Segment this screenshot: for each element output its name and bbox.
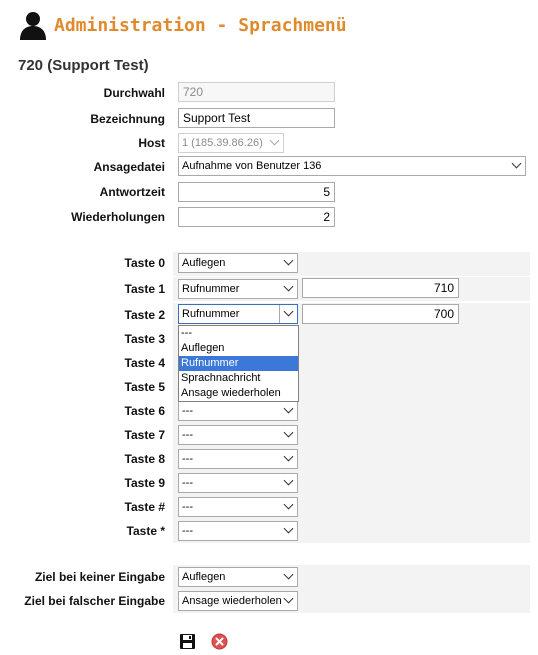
dropdown-option[interactable]: Auflegen	[179, 341, 298, 356]
chevron-down-icon	[283, 281, 294, 292]
page-header: Administration - Sprachmenü	[18, 10, 347, 40]
taste-label: Taste 9	[124, 476, 165, 490]
ansagedatei-select-value: Aufnahme von Benutzer 136	[182, 160, 322, 172]
taste-label: Taste 6	[124, 404, 165, 418]
chevron-down-icon	[283, 523, 294, 534]
chevron-down-icon	[269, 135, 280, 146]
taste-label: Taste 5	[124, 380, 165, 394]
taste-6-value: ---	[182, 405, 193, 417]
chevron-down-icon	[511, 158, 522, 169]
taste-6-select[interactable]: ---	[178, 401, 298, 421]
wrong-input-select[interactable]: Ansage wiederholen	[178, 591, 298, 611]
taste-0-value: Auflegen	[182, 257, 226, 269]
taste-label: Taste 8	[124, 452, 165, 466]
bezeichnung-input[interactable]: Support Test	[178, 108, 335, 128]
cancel-icon[interactable]	[211, 633, 228, 650]
page-subtitle: 720 (Support Test)	[18, 57, 149, 74]
taste-8-select[interactable]: ---	[178, 449, 298, 469]
dropdown-option[interactable]: Ansage wiederholen	[179, 386, 298, 401]
taste-7-select[interactable]: ---	[178, 425, 298, 445]
chevron-down-icon	[283, 451, 294, 462]
ansagedatei-label: Ansagedatei	[93, 160, 165, 174]
host-select-value: 1 (185.39.86.26)	[182, 137, 263, 149]
taste-label: Taste #	[124, 500, 165, 514]
taste-9-value: ---	[182, 477, 193, 489]
taste-star-select[interactable]: ---	[178, 521, 298, 541]
taste-label: Taste 0	[124, 256, 165, 270]
taste-0-select[interactable]: Auflegen	[178, 253, 298, 273]
antwortzeit-input[interactable]: 5	[178, 182, 335, 202]
chevron-down-icon	[283, 255, 294, 266]
ansagedatei-select[interactable]: Aufnahme von Benutzer 136	[178, 156, 526, 176]
taste-2-dropdown-list: --- Auflegen Rufnummer Sprachnachricht A…	[178, 325, 299, 402]
dropdown-option[interactable]: Sprachnachricht	[179, 371, 298, 386]
wrong-input-label: Ziel bei falscher Eingabe	[24, 594, 165, 608]
host-label: Host	[138, 136, 165, 150]
taste-label: Taste 2	[124, 308, 165, 322]
user-icon	[20, 12, 46, 40]
wiederholungen-label: Wiederholungen	[71, 210, 165, 224]
durchwahl-input[interactable]: 720	[178, 82, 335, 102]
taste-label: Taste 7	[124, 428, 165, 442]
taste-1-value: Rufnummer	[182, 283, 240, 295]
bezeichnung-label: Bezeichnung	[90, 112, 165, 126]
taste-2-number-input[interactable]: 700	[302, 304, 459, 324]
no-input-select[interactable]: Auflegen	[178, 567, 298, 587]
wiederholungen-input[interactable]: 2	[178, 207, 335, 227]
chevron-down-icon	[283, 403, 294, 414]
chevron-down-icon	[283, 499, 294, 510]
taste-1-number-input[interactable]: 710	[302, 278, 459, 298]
chevron-down-icon	[283, 569, 294, 580]
taste-8-value: ---	[182, 453, 193, 465]
taste-2-select[interactable]: Rufnummer	[178, 304, 298, 324]
taste-label: Taste 1	[124, 282, 165, 296]
taste-hash-value: ---	[182, 501, 193, 513]
antwortzeit-label: Antwortzeit	[99, 185, 165, 199]
chevron-down-icon	[283, 427, 294, 438]
save-icon[interactable]	[179, 633, 196, 650]
chevron-down-icon	[283, 593, 294, 604]
no-input-label: Ziel bei keiner Eingabe	[34, 570, 165, 584]
dropdown-option-highlighted[interactable]: Rufnummer	[179, 356, 298, 371]
taste-2-value: Rufnummer	[182, 308, 240, 320]
taste-9-select[interactable]: ---	[178, 473, 298, 493]
no-input-value: Auflegen	[182, 571, 226, 583]
taste-1-select[interactable]: Rufnummer	[178, 279, 298, 299]
taste-label: Taste 3	[124, 332, 165, 346]
chevron-down-icon	[283, 475, 294, 486]
dropdown-option[interactable]: ---	[179, 326, 298, 341]
taste-7-value: ---	[182, 429, 193, 441]
durchwahl-label: Durchwahl	[103, 86, 165, 100]
taste-hash-select[interactable]: ---	[178, 497, 298, 517]
page-title: Administration - Sprachmenü	[54, 14, 347, 36]
wrong-input-value: Ansage wiederholen	[182, 595, 282, 607]
taste-label: Taste *	[126, 524, 165, 538]
taste-star-value: ---	[182, 525, 193, 537]
taste-label: Taste 4	[124, 356, 165, 370]
host-select[interactable]: 1 (185.39.86.26)	[178, 133, 284, 153]
